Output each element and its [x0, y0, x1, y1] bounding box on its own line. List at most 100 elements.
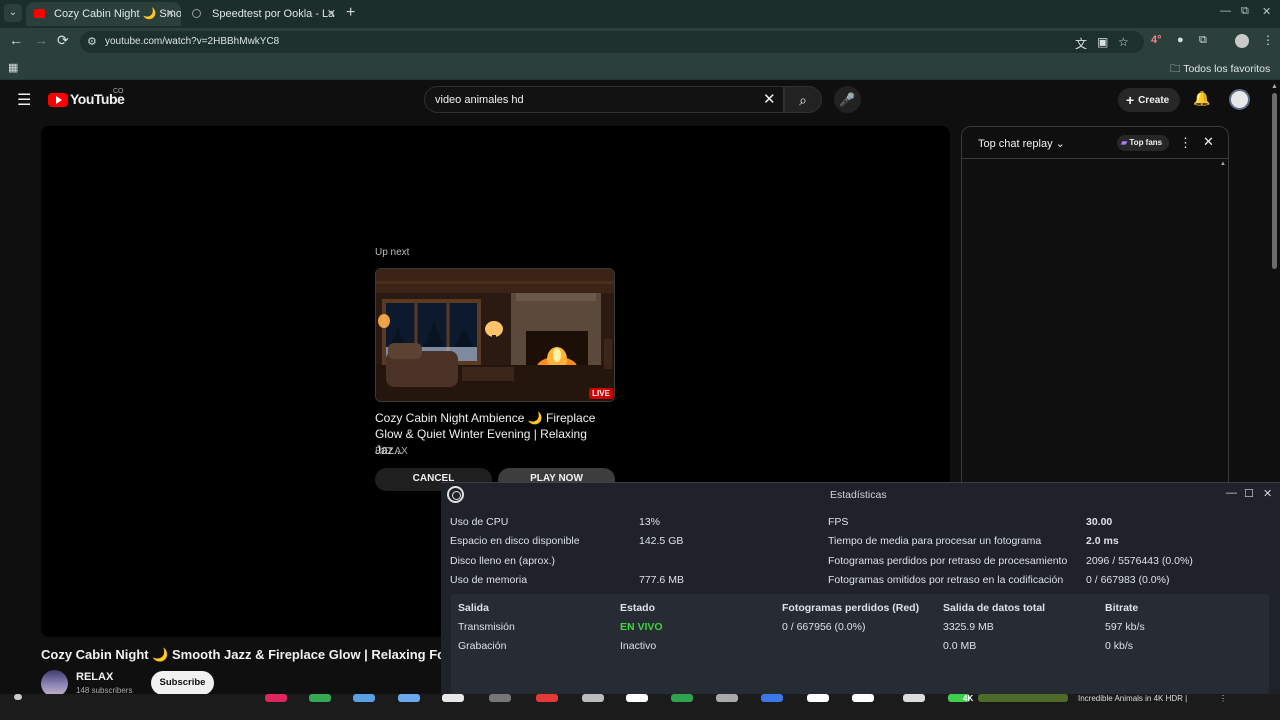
guide-menu-icon[interactable]: ☰ [17, 90, 31, 110]
channel-avatar[interactable] [41, 670, 68, 697]
app-icon[interactable] [626, 694, 648, 702]
app-icon[interactable] [489, 694, 511, 702]
restore-window-icon[interactable]: ⧉ [1241, 5, 1249, 18]
status-badge: Inactivo [620, 640, 657, 652]
site-info-icon[interactable]: ⚙ [87, 35, 97, 48]
speedtest-favicon-icon [192, 9, 201, 18]
channel-name[interactable]: RELAX [76, 671, 113, 683]
microphone-icon: 🎤 [839, 92, 856, 107]
browser-tab-strip: ⌄ Cozy Cabin Night 🌙 Smo ✕ Speedtest por… [0, 0, 1280, 28]
search-input[interactable]: video animales hd ✕ [424, 86, 784, 113]
minimize-window-icon[interactable]: — [1220, 5, 1231, 17]
folder-icon: 🗀 [1170, 63, 1184, 75]
page-scrollbar-thumb[interactable] [1272, 93, 1277, 269]
top-fans-label: Top fans [1129, 138, 1163, 147]
table-cell: 3325.9 MB [943, 621, 994, 633]
up-next-thumbnail[interactable] [375, 268, 615, 402]
fps-value: 30.00 [1086, 516, 1113, 528]
weather-extension-icon[interactable]: 4° [1151, 34, 1162, 46]
disk-space-value: 142.5 GB [639, 535, 684, 547]
obs-close-icon[interactable]: ✕ [1263, 487, 1272, 500]
tab-title: Speedtest por Ookla - La [212, 8, 335, 20]
app-icon[interactable] [353, 694, 375, 702]
close-window-icon[interactable]: ✕ [1262, 5, 1271, 18]
app-icon[interactable] [265, 694, 287, 702]
all-bookmarks-label: Todos los favoritos [1183, 63, 1271, 75]
tab-youtube[interactable]: Cozy Cabin Night 🌙 Smo ✕ [26, 2, 181, 26]
column-header: Fotogramas perdidos (Red) [782, 602, 920, 614]
up-next-label: Up next [375, 247, 410, 258]
scroll-up-arrow-icon[interactable]: ▲ [1271, 83, 1278, 90]
extension-icon[interactable]: ● [1177, 34, 1184, 46]
account-avatar[interactable] [1229, 89, 1250, 110]
video-preview-thumbnail[interactable] [978, 694, 1068, 702]
new-tab-button[interactable]: + [346, 4, 355, 22]
chat-more-options-icon[interactable]: ⋮ [1179, 135, 1192, 151]
country-code: CO [113, 88, 124, 95]
app-icon[interactable] [716, 694, 738, 702]
address-bar[interactable]: ⚙ youtube.com/watch?v=2HBBhMwkYC8 文 ▣ ☆ [80, 31, 1144, 53]
create-label: Create [1138, 95, 1170, 106]
app-icon[interactable] [398, 694, 420, 702]
chat-close-icon[interactable]: ✕ [1203, 134, 1214, 150]
disk-space-label: Espacio en disco disponible [450, 535, 580, 547]
tab-title: Cozy Cabin Night 🌙 Smo [54, 8, 181, 20]
notifications-bell-icon[interactable]: 🔔 [1193, 90, 1210, 107]
up-next-channel: RELAX [375, 446, 408, 457]
subscribe-button[interactable]: Subscribe [151, 671, 214, 695]
tab-search-button[interactable]: ⌄ [4, 4, 22, 22]
fps-label: FPS [828, 516, 849, 528]
obs-maximize-icon[interactable]: ☐ [1244, 487, 1254, 500]
tab-close-icon[interactable]: ✕ [327, 2, 336, 26]
app-icon[interactable] [442, 694, 464, 702]
chrome-icon[interactable] [309, 694, 331, 702]
app-icon[interactable] [536, 694, 558, 702]
create-button[interactable]: + Create [1118, 88, 1180, 112]
clear-search-icon[interactable]: ✕ [763, 90, 776, 108]
reload-icon[interactable]: ⟳ [57, 32, 69, 49]
accessibility-icon[interactable] [14, 694, 22, 700]
profile-avatar[interactable] [1235, 34, 1249, 48]
chat-scroll-up-icon[interactable]: ▲ [1220, 161, 1226, 167]
top-fans-button[interactable]: ▰ Top fans [1117, 135, 1169, 151]
app-icon[interactable] [582, 694, 604, 702]
render-time-label: Tiempo de media para procesar un fotogra… [828, 535, 1042, 547]
app-icon[interactable] [761, 694, 783, 702]
extensions-puzzle-icon[interactable]: ⧉ [1199, 34, 1207, 47]
column-header: Salida de datos total [943, 602, 1046, 614]
render-lag-value: 2096 / 5576443 (0.0%) [1086, 555, 1193, 567]
bookmark-star-icon[interactable]: ☆ [1118, 35, 1129, 49]
app-icon[interactable] [852, 694, 874, 702]
cpu-usage-value: 13% [639, 516, 661, 528]
cpu-usage-label: Uso de CPU [450, 516, 509, 528]
youtube-logo-icon[interactable] [48, 93, 68, 107]
encoding-lag-value: 0 / 667983 (0.0%) [1086, 574, 1170, 586]
obs-taskbar-icon[interactable] [903, 694, 925, 702]
disk-full-label: Disco lleno en (aprox.) [450, 555, 556, 567]
cast-icon[interactable]: ▣ [1097, 35, 1108, 49]
video-title: Cozy Cabin Night 🌙 Smooth Jazz & Firepla… [41, 647, 441, 662]
app-icon[interactable] [671, 694, 693, 702]
chat-header: Top chat replay ⌄ ▰ Top fans ⋮ ✕ [962, 127, 1228, 159]
obs-minimize-icon[interactable]: — [1226, 487, 1237, 499]
search-button[interactable]: ⌕ [784, 86, 822, 113]
youtube-favicon-icon [34, 9, 45, 18]
tab-speedtest[interactable]: Speedtest por Ookla - La ✕ [184, 2, 342, 26]
url-text: youtube.com/watch?v=2HBBhMwkYC8 [105, 36, 280, 47]
back-icon[interactable]: ← [9, 32, 23, 48]
all-bookmarks-button[interactable]: 🗀 Todos los favoritos [1170, 61, 1270, 79]
browser-menu-icon[interactable]: ⋮ [1262, 33, 1274, 47]
translate-icon[interactable]: 文 [1075, 35, 1087, 52]
tab-close-icon[interactable]: ✕ [166, 2, 175, 26]
apps-grid-icon[interactable]: ▦ [8, 61, 18, 74]
render-lag-label: Fotogramas perdidos por retraso de proce… [828, 555, 1068, 567]
app-icon[interactable] [807, 694, 829, 702]
up-next-title[interactable]: Cozy Cabin Night Ambience 🌙 Fireplace Gl… [375, 410, 615, 458]
browser-toolbar: ← → ⟳ ⚙ youtube.com/watch?v=2HBBhMwkYC8 … [0, 28, 1280, 56]
more-options-icon[interactable]: ⋮ [1219, 694, 1227, 703]
forward-icon[interactable]: → [34, 32, 48, 48]
chevron-down-icon: ⌄ [1055, 138, 1065, 150]
chat-mode-dropdown[interactable]: Top chat replay ⌄ [978, 137, 1065, 150]
table-cell: 0 / 667956 (0.0%) [782, 621, 866, 633]
voice-search-button[interactable]: 🎤 [834, 86, 861, 113]
